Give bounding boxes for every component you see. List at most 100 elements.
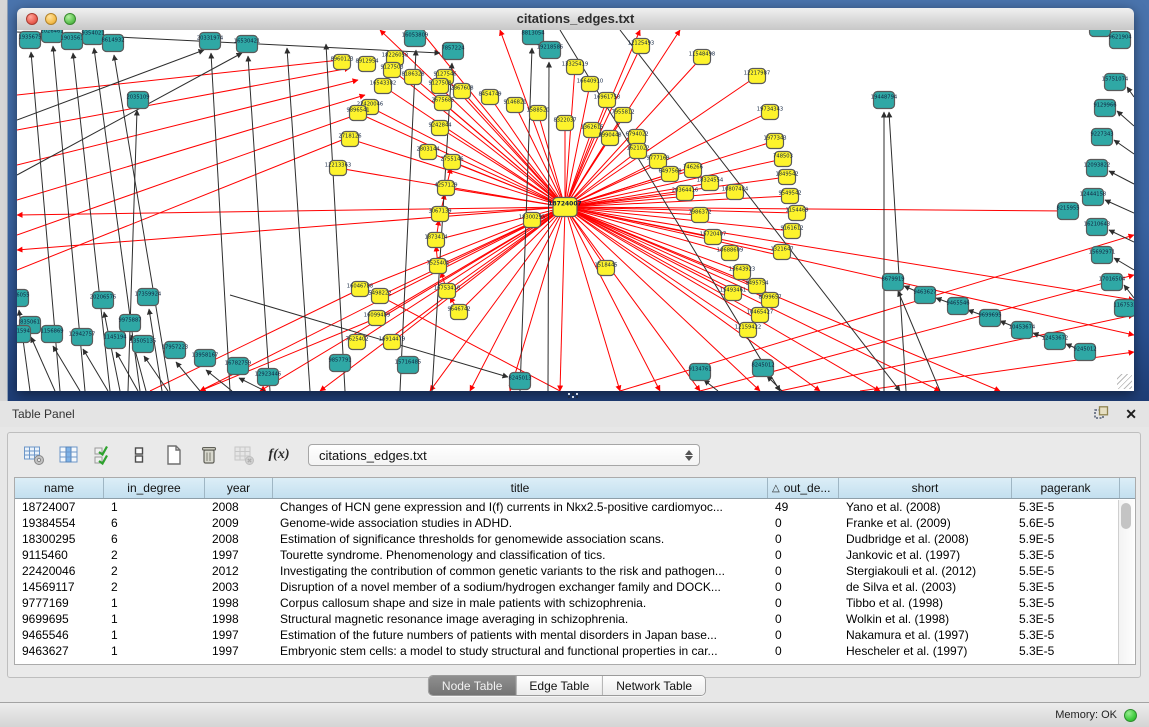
table-selector-dropdown[interactable]: citations_edges.txt (308, 444, 700, 466)
scrollbar-thumb[interactable] (1121, 503, 1131, 529)
table-cell: 9465546 (15, 628, 104, 642)
table-cell: 14569117 (15, 580, 104, 594)
graph-node-label: 1156869 (40, 329, 63, 335)
table-cell: 1997 (205, 548, 273, 562)
minimize-window-button[interactable] (45, 13, 57, 25)
function-builder-icon[interactable]: f(x) (267, 443, 291, 467)
table-panel: Table Panel ✕ (0, 401, 1149, 702)
close-window-button[interactable] (26, 13, 38, 25)
graph-node-label: 16210643 (1084, 222, 1110, 228)
graph-node-label: 16961758 (594, 95, 620, 101)
graph-node-label: 2867608 (450, 86, 473, 92)
graph-node-label: 15692971 (1089, 250, 1115, 256)
delete-column-icon[interactable] (197, 443, 221, 467)
table-cell: 9115460 (15, 548, 104, 562)
graph-node-label: 19448794 (871, 95, 898, 101)
graph-edge (17, 95, 365, 200)
graph-node-label: 13505135 (130, 339, 156, 345)
column-header-in-degree[interactable]: in_degree (104, 478, 205, 498)
graph-edge (17, 60, 340, 95)
graph-node-label: 20206576 (90, 295, 116, 301)
column-header-name[interactable]: name (15, 478, 104, 498)
table-row[interactable]: 911546021997Tourette syndrome. Phenomeno… (15, 547, 1135, 563)
graph-node-label: 3067139 (428, 209, 451, 215)
row-height-icon[interactable] (127, 443, 151, 467)
column-header-title[interactable]: title (273, 478, 768, 498)
graph-node-label: 18324554 (697, 178, 724, 184)
graph-node-label: 10807484 (722, 187, 749, 193)
table-cell: 22420046 (15, 564, 104, 578)
graph-node-label: 8186328 (401, 72, 424, 78)
table-cell: 5.3E-5 (1012, 628, 1120, 642)
graph-node-label: 8322037 (553, 118, 576, 124)
graph-node-label: 11548498 (689, 52, 715, 58)
graph-node-label: 12125493 (628, 41, 654, 47)
table-settings-icon[interactable] (22, 443, 46, 467)
select-rows-icon[interactable] (92, 443, 116, 467)
table-cell: 1 (104, 644, 205, 658)
network-canvas[interactable]: 8960123891295418226058912750316543382818… (17, 30, 1134, 391)
tab-node-table[interactable]: Node Table (429, 676, 517, 695)
graph-edge (211, 53, 230, 391)
graph-node-label: 9242844 (428, 123, 452, 129)
table-row[interactable]: 946554611997Estimation of the future num… (15, 627, 1135, 643)
table-row[interactable]: 969969511998Structural magnetic resonanc… (15, 611, 1135, 627)
import-table-icon[interactable] (232, 443, 256, 467)
float-panel-icon[interactable] (1094, 406, 1109, 423)
graph-node-label: 13958167 (192, 353, 218, 359)
graph-node-label: 13643923 (729, 267, 755, 273)
table-cell: 5.3E-5 (1012, 644, 1120, 658)
close-panel-icon[interactable]: ✕ (1125, 407, 1137, 421)
tab-edge-table[interactable]: Edge Table (516, 676, 603, 695)
graph-node-label: 17016504 (1099, 277, 1126, 283)
graph-node-label: 1167533 (1113, 303, 1134, 309)
table-row[interactable]: 1872400712008Changes of HCN gene express… (15, 499, 1135, 515)
table-cell: Yano et al. (2008) (839, 500, 1012, 514)
table-cell: Changes of HCN gene expression and I(f) … (273, 500, 768, 514)
graph-node-label: 16640910 (577, 79, 603, 85)
column-header-out-de-[interactable]: △out_de... (768, 478, 839, 498)
table-cell: Stergiakouli et al. (2012) (839, 564, 1012, 578)
splitter-handle[interactable] (566, 392, 580, 399)
window-titlebar[interactable]: citations_edges.txt (17, 8, 1134, 31)
graph-node-label: 1903561 (60, 36, 83, 42)
table-row[interactable]: 946362711997Embryonic stem cells: a mode… (15, 643, 1135, 659)
table-cell: 0 (768, 532, 839, 546)
graph-node-label: 16753418 (434, 286, 460, 292)
table-body: 1872400712008Changes of HCN gene express… (15, 499, 1135, 659)
column-header-label: pagerank (1040, 481, 1090, 495)
table-cell: 2 (104, 580, 205, 594)
column-header-short[interactable]: short (839, 478, 1012, 498)
graph-node-label: 2035109 (126, 95, 149, 101)
graph-node-label: 16053809 (402, 33, 428, 39)
table-row[interactable]: 1456911722003Disruption of a novel membe… (15, 579, 1135, 595)
new-column-icon[interactable] (162, 443, 186, 467)
collapsed-panel-strip[interactable] (0, 0, 8, 401)
zoom-window-button[interactable] (64, 13, 76, 25)
table-row[interactable]: 1830029562008Estimation of significance … (15, 531, 1135, 547)
graph-edge (1105, 200, 1134, 213)
graph-node-label: 1621022 (626, 146, 649, 152)
table-row[interactable]: 977716911998Corpus callosum shape and si… (15, 595, 1135, 611)
column-header-label: short (912, 481, 939, 495)
column-visibility-icon[interactable] (57, 443, 81, 467)
tab-network-table[interactable]: Network Table (603, 676, 705, 695)
column-header-pagerank[interactable]: pagerank (1012, 478, 1120, 498)
network-view-window[interactable]: citations_edges.txt 89601238912954182260… (17, 8, 1134, 391)
table-row[interactable]: 1938455462009Genome-wide association stu… (15, 515, 1135, 531)
column-header-year[interactable]: year (205, 478, 273, 498)
table-cell: Jankovic et al. (1997) (839, 548, 1012, 562)
resize-grip[interactable] (1117, 374, 1132, 389)
graph-node[interactable] (1090, 30, 1111, 37)
table-cell: Estimation of the future numbers of pati… (273, 628, 768, 642)
graph-node-label: 7525401 (426, 261, 449, 267)
graph-node-label: 19218586 (537, 45, 563, 51)
graph-edge (17, 110, 370, 235)
table-toolbar: f(x) citations_edges.txt (22, 438, 700, 472)
graph-node-label: 9134761 (688, 367, 711, 373)
graph-node-label: 8679919 (881, 277, 904, 283)
table-vertical-scrollbar[interactable] (1118, 500, 1134, 664)
graph-node-label: 9465546 (946, 301, 969, 307)
table-row[interactable]: 2242004622012Investigating the contribut… (15, 563, 1135, 579)
table-cell: 0 (768, 548, 839, 562)
